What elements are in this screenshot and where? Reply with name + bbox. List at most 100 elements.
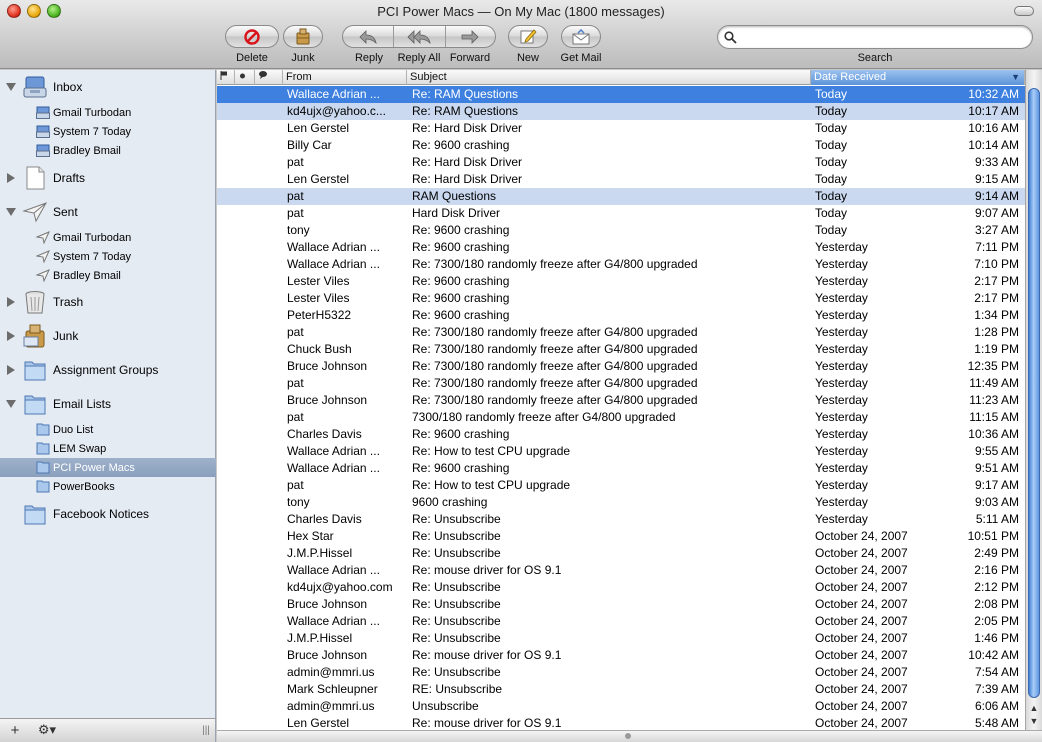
new-message-button[interactable]	[508, 25, 548, 48]
mailbox-lem-swap[interactable]: LEM Swap	[0, 439, 216, 458]
mailbox-facebook-notices[interactable]: Facebook Notices	[0, 497, 216, 531]
inbox-tray-icon	[23, 76, 47, 98]
get-mail-button[interactable]	[561, 25, 601, 48]
message-date: Today	[815, 87, 848, 101]
mailbox-sent-gmail-turbodan[interactable]: Gmail Turbodan	[0, 228, 216, 247]
mailbox-trash[interactable]: Trash	[0, 285, 216, 319]
message-row[interactable]: Wallace Adrian ... Re: 9600 crashing Yeste…	[217, 460, 1025, 477]
message-time: 1:28 PM	[974, 325, 1019, 339]
message-date: Yesterday	[815, 444, 868, 458]
vertical-scrollbar[interactable]: ▲ ▼	[1025, 70, 1042, 730]
search-label: Search	[857, 52, 893, 64]
subject-column-header[interactable]: Subject	[407, 70, 811, 85]
message-row[interactable]: Lester Viles Re: 9600 crashing Yesterday 2:…	[217, 273, 1025, 290]
message-date: Today	[815, 189, 848, 203]
forward-button[interactable]	[446, 26, 495, 47]
message-row[interactable]: pat Re: Hard Disk Driver Today 9:33 AM	[217, 154, 1025, 171]
sidebar-resize-handle[interactable]: |||	[200, 721, 212, 739]
search-field[interactable]	[717, 25, 1033, 49]
mailbox-drafts[interactable]: Drafts	[0, 161, 216, 195]
message-row[interactable]: kd4ujx@yahoo.c... Re: RAM Questions Today 1…	[217, 103, 1025, 120]
mailbox-assignment-groups[interactable]: Assignment Groups	[0, 353, 216, 387]
search-input[interactable]	[741, 30, 1032, 44]
message-from: pat	[287, 155, 304, 169]
junk-button[interactable]	[283, 25, 323, 48]
scroll-up-arrow[interactable]: ▲	[1026, 702, 1042, 715]
message-time: 9:14 AM	[974, 189, 1019, 203]
mailbox-inbox-gmail-turbodan[interactable]: Gmail Turbodan	[0, 103, 216, 122]
action-menu-button[interactable]: ⚙▾	[34, 721, 60, 739]
message-row[interactable]: PeterH5322 Re: 9600 crashing Yesterday 1:34…	[217, 307, 1025, 324]
message-row[interactable]: Wallace Adrian ... Re: RAM Questions Today…	[217, 86, 1025, 103]
message-row[interactable]: J.M.P.Hissel Re: Unsubscribe October 24, 2…	[217, 630, 1025, 647]
scrollbar-thumb[interactable]	[1028, 88, 1040, 698]
mailbox-duo-list[interactable]: Duo List	[0, 420, 216, 439]
message-row[interactable]: Charles Davis Re: Unsubscribe Yesterday 5:1…	[217, 511, 1025, 528]
message-row[interactable]: Bruce Johnson Re: 7300/180 randomly freez…	[217, 392, 1025, 409]
message-row[interactable]: tony Re: 9600 crashing Today 3:27 AM	[217, 222, 1025, 239]
message-row[interactable]: Lester Viles Re: 9600 crashing Yesterday 2:…	[217, 290, 1025, 307]
message-row[interactable]: admin@mmri.us Re: Unsubscribe October 24, …	[217, 664, 1025, 681]
message-row[interactable]: Wallace Adrian ... Re: mouse driver for O…	[217, 562, 1025, 579]
mailbox-inbox[interactable]: Inbox	[0, 70, 216, 104]
message-row[interactable]: Billy Car Re: 9600 crashing Today 10:14 AM	[217, 137, 1025, 154]
message-row[interactable]: Charles Davis Re: 9600 crashing Yesterday 1…	[217, 426, 1025, 443]
message-row[interactable]: Wallace Adrian ... Re: 9600 crashing Yeste…	[217, 239, 1025, 256]
scroll-down-arrow[interactable]: ▼	[1026, 715, 1042, 728]
flag-column-header[interactable]	[217, 70, 235, 85]
mailbox-email-lists[interactable]: Email Lists	[0, 387, 216, 421]
message-row[interactable]: Bruce Johnson Re: mouse driver for OS 9.1…	[217, 647, 1025, 664]
mailbox-junk[interactable]: Junk	[0, 319, 216, 353]
mailbox-sent-system-7-today[interactable]: System 7 Today	[0, 247, 216, 266]
folder-icon	[36, 423, 50, 436]
mailbox-powerbooks[interactable]: PowerBooks	[0, 477, 216, 496]
toolbar-toggle-button[interactable]	[1014, 6, 1034, 16]
message-row[interactable]: tony 9600 crashing Yesterday 9:03 AM	[217, 494, 1025, 511]
mailbox-sent[interactable]: Sent	[0, 195, 216, 229]
disclosure-triangle-open-icon[interactable]	[6, 400, 16, 408]
mailbox-sent-bradley-bmail[interactable]: Bradley Bmail	[0, 266, 216, 285]
message-row[interactable]: Bruce Johnson Re: Unsubscribe October 24, …	[217, 596, 1025, 613]
disclosure-triangle-closed-icon[interactable]	[7, 365, 15, 375]
disclosure-triangle-closed-icon[interactable]	[7, 331, 15, 341]
disclosure-triangle-closed-icon[interactable]	[7, 297, 15, 307]
message-row[interactable]: Hex Star Re: Unsubscribe October 24, 2007 1…	[217, 528, 1025, 545]
message-row[interactable]: pat RAM Questions Today 9:14 AM	[217, 188, 1025, 205]
search-icon	[724, 30, 737, 44]
message-row[interactable]: pat Re: 7300/180 randomly freeze after G4…	[217, 375, 1025, 392]
reply-button[interactable]	[343, 26, 395, 47]
replied-column-header[interactable]	[255, 70, 283, 85]
message-time: 2:49 PM	[974, 546, 1019, 560]
message-date: October 24, 2007	[815, 631, 908, 645]
message-row[interactable]: pat Hard Disk Driver Today 9:07 AM	[217, 205, 1025, 222]
delete-button[interactable]	[225, 25, 279, 48]
message-row[interactable]: pat Re: 7300/180 randomly freeze after G4…	[217, 324, 1025, 341]
mailbox-inbox-system-7-today[interactable]: System 7 Today	[0, 122, 216, 141]
message-row[interactable]: Len Gerstel Re: Hard Disk Driver Today 10:1…	[217, 120, 1025, 137]
message-row[interactable]: J.M.P.Hissel Re: Unsubscribe October 24, 2…	[217, 545, 1025, 562]
message-row[interactable]: Len Gerstel Re: Hard Disk Driver Today 9:15…	[217, 171, 1025, 188]
date-received-column-header[interactable]: Date Received ▼	[811, 70, 1025, 85]
unread-dot-icon	[240, 73, 245, 79]
message-row[interactable]: Mark Schleupner RE: Unsubscribe October 24…	[217, 681, 1025, 698]
message-row[interactable]: Chuck Bush Re: 7300/180 randomly freeze a…	[217, 341, 1025, 358]
reply-all-button[interactable]	[394, 26, 446, 47]
message-row[interactable]: pat 7300/180 randomly freeze after G4/800…	[217, 409, 1025, 426]
disclosure-triangle-closed-icon[interactable]	[7, 173, 15, 183]
disclosure-triangle-open-icon[interactable]	[6, 208, 16, 216]
message-row[interactable]: Bruce Johnson Re: 7300/180 randomly freez…	[217, 358, 1025, 375]
add-mailbox-button[interactable]: +	[6, 721, 24, 739]
disclosure-triangle-open-icon[interactable]	[6, 83, 16, 91]
message-row[interactable]: Wallace Adrian ... Re: Unsubscribe October…	[217, 613, 1025, 630]
pane-splitter[interactable]	[217, 730, 1042, 742]
message-row[interactable]: admin@mmri.us Unsubscribe October 24, 2007…	[217, 698, 1025, 715]
folder-icon	[24, 505, 46, 525]
message-row[interactable]: pat Re: How to test CPU upgrade Yesterday 9…	[217, 477, 1025, 494]
message-row[interactable]: Wallace Adrian ... Re: How to test CPU up…	[217, 443, 1025, 460]
mailbox-inbox-bradley-bmail[interactable]: Bradley Bmail	[0, 141, 216, 160]
mailbox-pci-power-macs[interactable]: PCI Power Macs	[0, 458, 216, 477]
message-row[interactable]: Wallace Adrian ... Re: 7300/180 randomly …	[217, 256, 1025, 273]
from-column-header[interactable]: From	[283, 70, 407, 85]
message-row[interactable]: kd4ujx@yahoo.com Re: Unsubscribe October 2…	[217, 579, 1025, 596]
unread-column-header[interactable]	[235, 70, 255, 85]
